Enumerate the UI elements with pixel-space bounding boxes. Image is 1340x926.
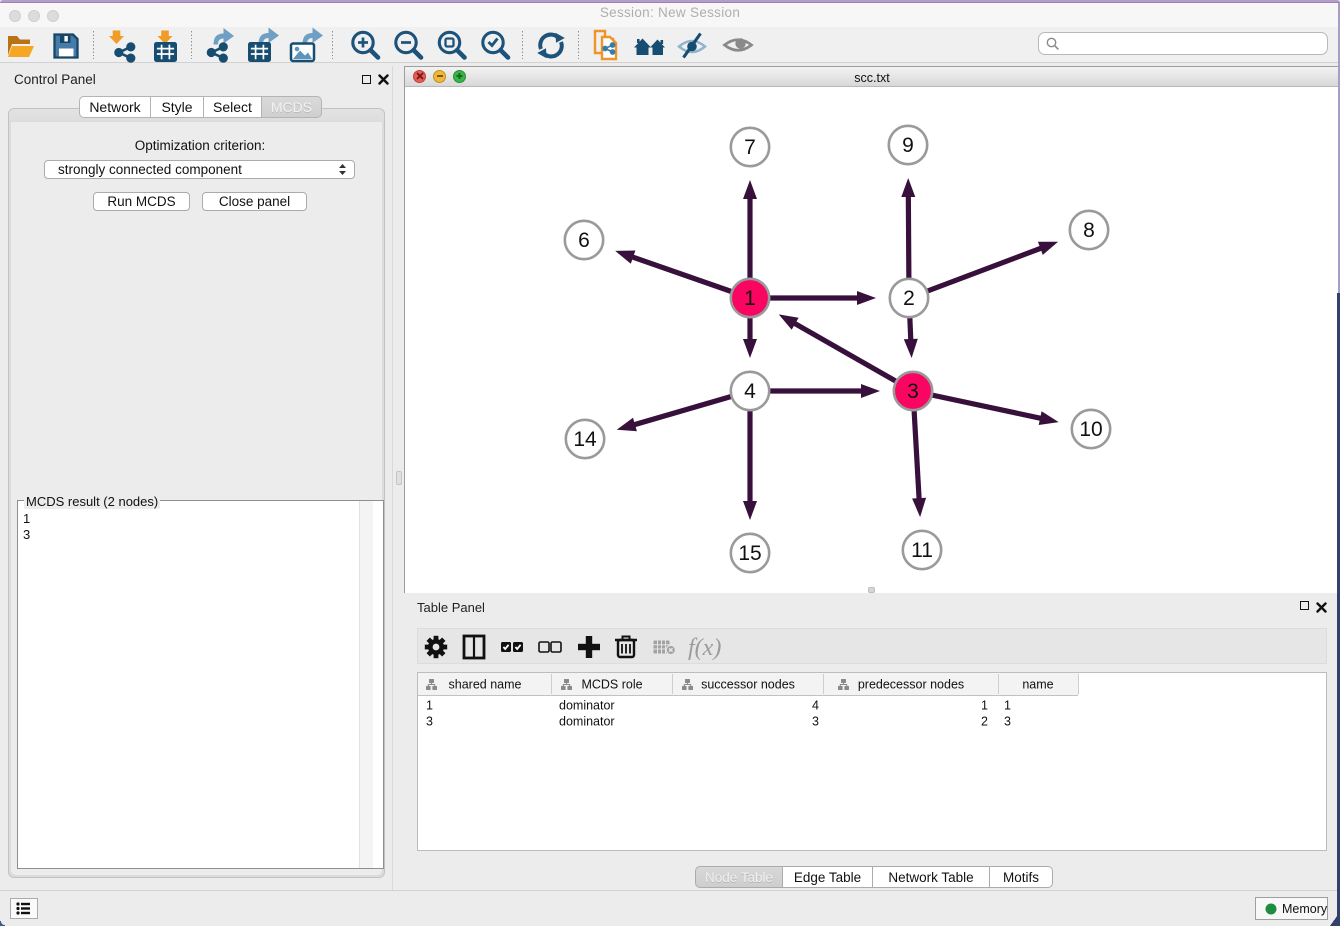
- svg-text:14: 14: [573, 428, 597, 451]
- svg-text:9: 9: [902, 134, 914, 157]
- svg-text:8: 8: [1083, 219, 1095, 242]
- svg-text:MCDS role: MCDS role: [581, 678, 642, 692]
- svg-text:dominator: dominator: [559, 715, 615, 729]
- svg-text:2: 2: [903, 287, 915, 310]
- svg-text:1: 1: [426, 699, 433, 713]
- svg-text:15: 15: [738, 542, 761, 565]
- svg-text:f(x): f(x): [688, 635, 721, 661]
- svg-text:11: 11: [911, 539, 933, 562]
- svg-text:shared name: shared name: [449, 678, 522, 692]
- svg-text:successor nodes: successor nodes: [701, 678, 795, 692]
- svg-text:4: 4: [744, 380, 756, 403]
- svg-text:dominator: dominator: [559, 699, 615, 713]
- svg-text:3: 3: [1004, 715, 1011, 729]
- svg-text:7: 7: [744, 136, 756, 159]
- svg-text:1: 1: [1004, 699, 1011, 713]
- svg-text:name: name: [1022, 678, 1053, 692]
- svg-text:3: 3: [426, 715, 433, 729]
- svg-text:4: 4: [812, 699, 819, 713]
- svg-text:1: 1: [744, 287, 756, 310]
- svg-text:10: 10: [1079, 418, 1102, 441]
- svg-text:1: 1: [981, 699, 988, 713]
- svg-text:predecessor nodes: predecessor nodes: [858, 678, 964, 692]
- svg-text:3: 3: [907, 380, 919, 403]
- svg-text:3: 3: [812, 715, 819, 729]
- svg-text:6: 6: [578, 229, 590, 252]
- svg-text:2: 2: [981, 715, 988, 729]
